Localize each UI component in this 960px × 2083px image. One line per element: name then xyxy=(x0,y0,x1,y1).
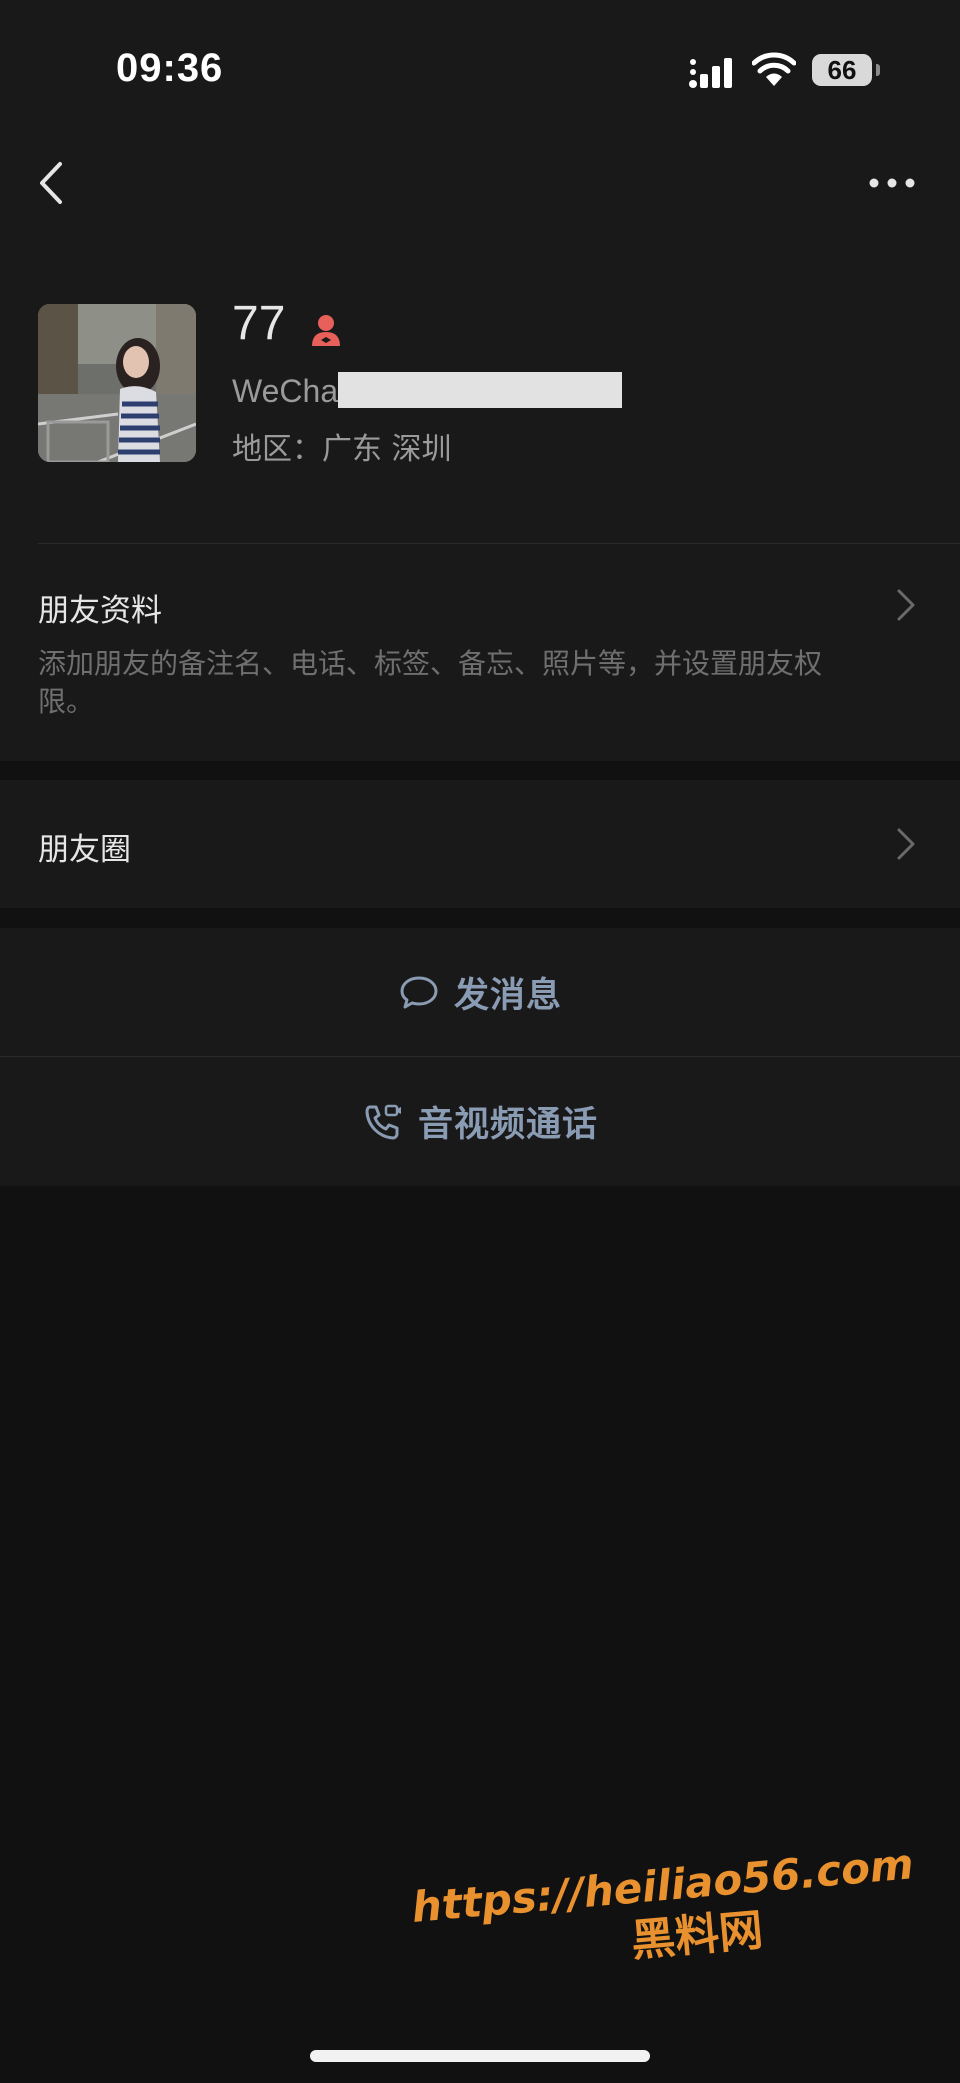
friend-info-title: 朋友资料 xyxy=(38,593,162,629)
region: 地区：广东 深圳 xyxy=(232,432,452,467)
battery-level: 66 xyxy=(812,54,872,86)
profile-screen: 09:36 66 77 WeCha 地区：广东 深圳 朋友资料 添加朋友的备注名… xyxy=(0,0,960,2083)
moments-row[interactable]: 朋友圈 xyxy=(0,780,960,908)
voice-video-call-button[interactable]: 音视频通话 xyxy=(0,1057,960,1186)
chevron-right-icon xyxy=(897,828,915,860)
more-dots-icon[interactable] xyxy=(868,168,916,198)
moments-title: 朋友圈 xyxy=(38,832,131,868)
status-time: 09:36 xyxy=(116,46,224,90)
battery-tip xyxy=(876,64,880,76)
send-message-button[interactable]: 发消息 xyxy=(0,928,960,1056)
friend-info-row[interactable]: 朋友资料 添加朋友的备注名、电话、标签、备忘、照片等，并设置朋友权限。 xyxy=(0,545,960,761)
phone-video-icon xyxy=(365,1104,401,1139)
wechat-id: WeCha xyxy=(232,373,339,409)
back-chevron-icon[interactable] xyxy=(36,160,66,206)
chevron-right-icon xyxy=(897,589,915,621)
nickname: 77 xyxy=(232,297,286,350)
wifi-icon xyxy=(752,52,796,86)
chat-bubble-icon xyxy=(400,976,438,1009)
voice-video-call-label: 音视频通话 xyxy=(417,1105,598,1145)
avatar[interactable] xyxy=(38,304,196,462)
redacted-wechat-id xyxy=(338,372,622,408)
divider xyxy=(38,543,960,544)
send-message-label: 发消息 xyxy=(453,975,562,1016)
friend-info-description: 添加朋友的备注名、电话、标签、备忘、照片等，并设置朋友权限。 xyxy=(38,647,823,718)
cellular-signal-icon xyxy=(689,58,732,88)
home-indicator[interactable] xyxy=(310,2050,650,2062)
watermark: https://heiliao56.com 黑料网 xyxy=(396,1837,933,1989)
female-icon xyxy=(312,315,340,346)
